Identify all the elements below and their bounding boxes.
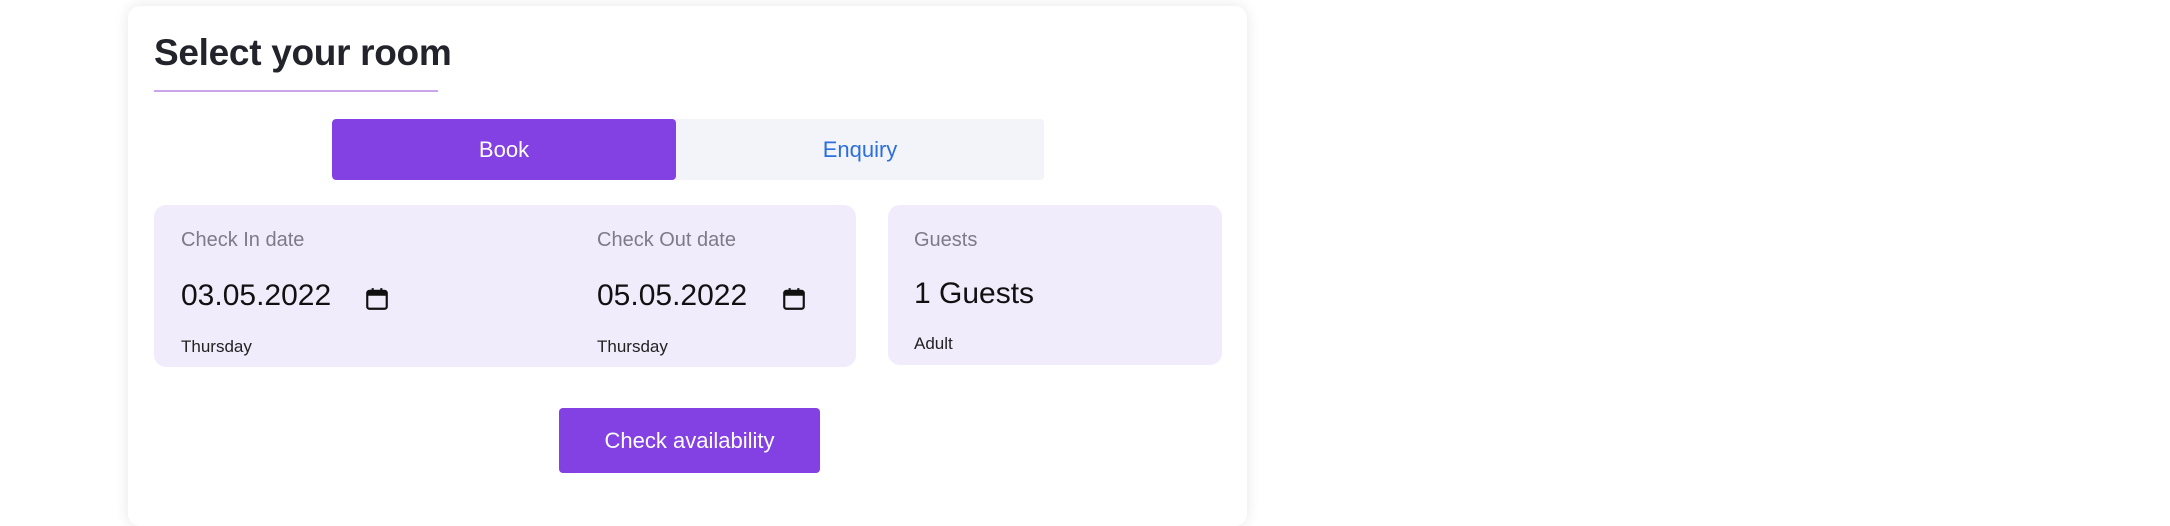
check-out-field[interactable]: Check Out date 05.05.2022 Thursday	[597, 205, 847, 367]
check-in-day: Thursday	[181, 337, 252, 356]
calendar-icon[interactable]	[364, 286, 390, 312]
page-title: Select your room	[154, 32, 452, 73]
calendar-icon[interactable]	[781, 286, 807, 312]
tab-enquiry[interactable]: Enquiry	[676, 119, 1044, 180]
title-underline	[154, 90, 438, 92]
booking-tabs: Book Enquiry	[332, 119, 1044, 180]
booking-card: Select your room Book Enquiry Check In d…	[128, 6, 1247, 526]
check-availability-button[interactable]: Check availability	[559, 408, 820, 473]
guests-field[interactable]: Guests 1 Guests Adult	[914, 205, 1204, 365]
check-out-value[interactable]: 05.05.2022	[597, 279, 747, 313]
check-out-day: Thursday	[597, 337, 668, 356]
check-in-field[interactable]: Check In date 03.05.2022 Thursday	[181, 205, 511, 367]
check-in-label: Check In date	[181, 229, 305, 251]
guests-label: Guests	[914, 229, 978, 251]
dates-panel: Check In date 03.05.2022 Thursday Check …	[154, 205, 856, 367]
check-in-value[interactable]: 03.05.2022	[181, 279, 331, 313]
guests-type: Adult	[914, 334, 953, 353]
guests-value[interactable]: 1 Guests	[914, 277, 1034, 311]
tab-book[interactable]: Book	[332, 119, 676, 180]
check-out-label: Check Out date	[597, 229, 736, 251]
guests-panel[interactable]: Guests 1 Guests Adult	[888, 205, 1222, 365]
